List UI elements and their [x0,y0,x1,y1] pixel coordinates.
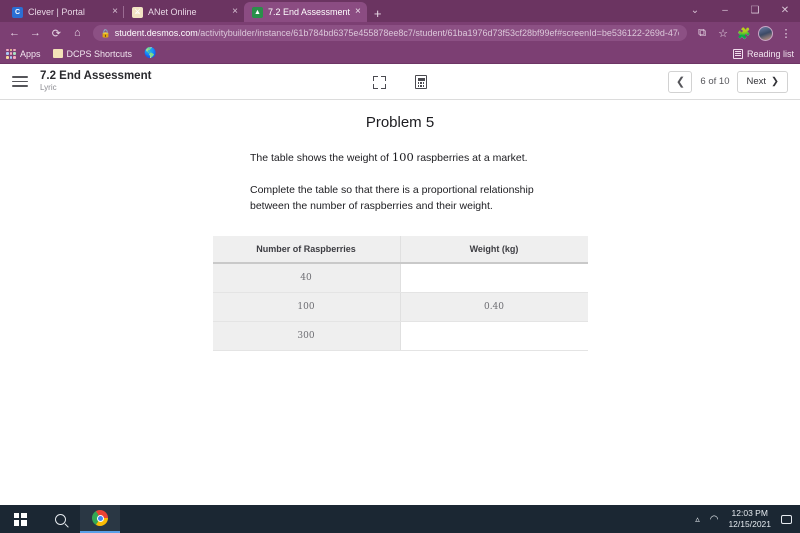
math-number: 100 [391,150,414,164]
problem-paragraph-1: The table shows the weight of 100 raspbe… [250,149,550,166]
tab-title: Clever | Portal [28,7,85,17]
reading-list-button[interactable]: Reading list [732,48,794,59]
bookmarks-bar: Apps DCPS Shortcuts 🌎 Reading list [0,44,800,64]
chrome-icon[interactable] [80,505,120,533]
kebab-menu-icon[interactable]: ⋮ [776,23,796,43]
bookmark-globe[interactable]: 🌎 [144,48,156,59]
cell-count: 100 [212,292,401,322]
answer-table-wrapper: Number of Raspberries Weight (kg) 40 100… [212,236,588,351]
wifi-icon[interactable]: ◠ [710,514,719,525]
browser-tab-clever[interactable]: C Clever | Portal × [4,2,124,22]
reload-button[interactable]: ⟳ [46,22,67,44]
avatar-icon[interactable] [755,23,775,43]
apps-grid-icon [6,48,16,59]
next-label: Next [746,76,767,87]
clock[interactable]: 12:03 PM 12/15/2021 [728,508,771,530]
desmos-activity-page: 7.2 End Assessment Lyric ❮ 6 of 10 Next … [0,64,800,505]
answer-table: Number of Raspberries Weight (kg) 40 100… [212,236,588,351]
table-row: 300 [212,321,588,351]
table-header-row: Number of Raspberries Weight (kg) [212,236,588,264]
reading-list-icon [732,48,743,59]
globe-icon: 🌎 [144,48,157,59]
puzzle-icon[interactable]: 🧩 [734,23,754,43]
bookmark-label: Apps [20,48,41,59]
notification-icon[interactable] [781,514,792,524]
cell-weight-input[interactable] [400,321,588,351]
back-button[interactable]: ← [4,22,25,44]
home-button[interactable]: ⌂ [67,22,88,44]
star-icon[interactable]: ☆ [713,23,733,43]
system-tray: ▵ ◠ 12:03 PM 12/15/2021 [695,508,800,530]
table-row: 100 0.40 [212,292,588,322]
prose-text: The table shows the weight of [250,152,392,164]
desmos-icon: ▲ [252,6,263,18]
student-name: Lyric [40,83,57,92]
bookmark-apps[interactable]: Apps [6,48,41,59]
url-domain: student.desmos.com [114,28,198,38]
clock-date: 12/15/2021 [728,519,771,529]
tab-strip: C Clever | Portal × ⚔ ANet Online × ▲ 7.… [0,0,800,22]
folder-icon [52,49,63,58]
bookmark-label: DCPS Shortcuts [66,48,133,59]
tab-title: 7.2 End Assessment [268,7,351,17]
screen-navigation: ❮ 6 of 10 Next ❯ [668,70,788,93]
cell-weight: 0.40 [400,292,588,322]
clock-time: 12:03 PM [731,508,768,518]
maximize-button[interactable]: ❑ [740,0,770,22]
chevron-right-icon: ❯ [771,76,779,87]
header-title-block: 7.2 End Assessment Lyric [40,70,151,93]
page-title: 7.2 End Assessment [40,70,152,82]
chevron-down-icon[interactable]: ⌄ [680,0,710,22]
reading-list-label: Reading list [746,48,794,59]
minimize-button[interactable]: – [710,0,740,22]
problem-content: Problem 5 The table shows the weight of … [0,100,800,351]
window-controls: ⌄ – ❑ ✕ [680,0,800,22]
calculator-icon[interactable] [411,72,431,92]
previous-screen-button[interactable]: ❮ [668,70,693,93]
anet-icon: ⚔ [132,6,143,18]
forward-button[interactable]: → [25,22,46,44]
table-row: 40 [212,263,588,293]
tab-title: ANet Online [148,7,197,17]
new-tab-button[interactable]: + [367,7,389,22]
browser-tab-anet[interactable]: ⚔ ANet Online × [123,2,244,22]
prose-text: raspberries at a market. [413,152,528,164]
column-header-count: Number of Raspberries [212,236,401,264]
browser-tab-assessment[interactable]: ▲ 7.2 End Assessment × [244,2,367,22]
hamburger-menu-icon[interactable] [12,76,28,87]
cell-weight-input[interactable] [400,263,588,293]
share-icon[interactable]: ⧉ [692,23,712,43]
page-indicator: 6 of 10 [700,76,730,87]
browser-nav-bar: ← → ⟳ ⌂ 🔒 student.desmos.com/activitybui… [0,22,800,44]
problem-title: Problem 5 [365,114,435,131]
search-icon[interactable] [40,505,80,533]
problem-paragraph-2: Complete the table so that there is a pr… [250,184,534,212]
column-header-weight: Weight (kg) [400,236,588,264]
chevron-up-icon[interactable]: ▵ [695,514,700,525]
tab-close-icon[interactable]: × [112,7,118,17]
url-path: /activitybuilder/instance/61b784bd6375e4… [197,28,680,38]
browser-toolbar-icons: ⧉ ☆ 🧩 ⋮ [692,23,796,43]
bookmark-dcps-shortcuts[interactable]: DCPS Shortcuts [52,48,133,59]
tab-close-icon[interactable]: × [232,7,238,17]
url-text: student.desmos.com/activitybuilder/insta… [115,28,679,38]
next-screen-button[interactable]: Next ❯ [737,70,788,93]
cell-count: 40 [212,263,401,293]
cell-count: 300 [212,321,401,351]
close-window-button[interactable]: ✕ [770,0,800,22]
windows-start-icon[interactable] [0,505,40,533]
lock-icon: 🔒 [100,28,111,38]
clever-icon: C [12,6,23,18]
tab-close-icon[interactable]: × [355,7,361,17]
problem-prose: The table shows the weight of 100 raspbe… [250,149,550,214]
address-bar[interactable]: 🔒 student.desmos.com/activitybuilder/ins… [92,25,688,41]
windows-taskbar: ▵ ◠ 12:03 PM 12/15/2021 [0,505,800,533]
activity-header: 7.2 End Assessment Lyric ❮ 6 of 10 Next … [0,64,800,100]
expand-icon[interactable] [369,72,389,92]
